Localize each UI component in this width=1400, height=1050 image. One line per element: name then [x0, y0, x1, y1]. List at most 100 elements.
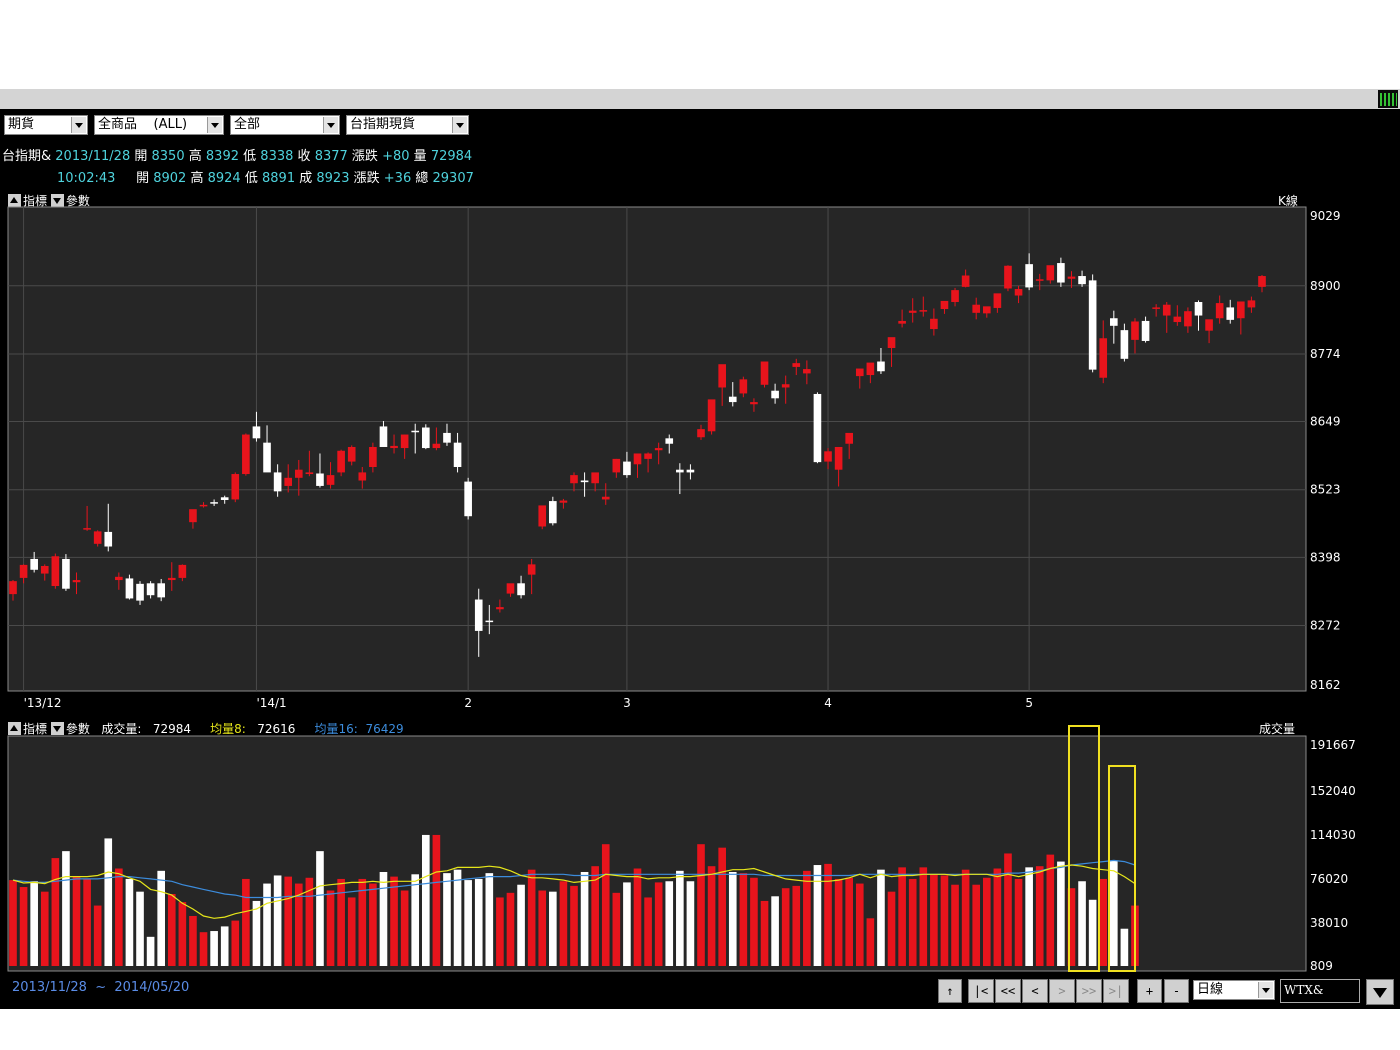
volume-bar: [919, 867, 928, 966]
volume-bar: [601, 844, 610, 966]
candle-body: [273, 472, 282, 492]
candle-body: [210, 502, 218, 504]
candle-body: [601, 496, 610, 500]
forward-button[interactable]: >: [1049, 979, 1075, 1003]
volume-bar: [527, 869, 536, 966]
candle-body: [845, 432, 854, 444]
first-button[interactable]: |<: [968, 979, 994, 1003]
volume-bar: [718, 847, 726, 966]
candle-body: [855, 368, 864, 377]
zoom-in-button[interactable]: +: [1137, 979, 1162, 1003]
candle-body: [506, 583, 515, 594]
volume-bar: [760, 900, 769, 966]
candle-body: [1035, 279, 1044, 281]
last-button[interactable]: >|: [1103, 979, 1129, 1003]
volume-bar: [72, 876, 81, 966]
candle-body: [1258, 276, 1266, 287]
candle-body: [1014, 289, 1023, 296]
volume-bar: [326, 890, 335, 966]
candle-body: [316, 473, 324, 486]
x-tick-label: '13/12: [24, 696, 62, 710]
volume-bar: [993, 868, 1002, 966]
volume-bar: [252, 900, 261, 966]
candle-body: [1025, 264, 1033, 288]
candle-body: [1194, 302, 1203, 316]
candle-body: [1247, 300, 1256, 308]
candle-body: [432, 443, 441, 449]
volume-bar: [199, 932, 208, 966]
candle-body: [665, 438, 674, 444]
volume-bar: [834, 878, 843, 966]
grid-icon[interactable]: [1378, 90, 1398, 108]
candle-body: [866, 362, 875, 376]
volume-bar: [316, 851, 324, 966]
volume-bar: [676, 870, 684, 966]
candle-body: [1120, 330, 1129, 359]
candle-body: [358, 472, 367, 481]
volume-bar: [517, 884, 525, 966]
candle-body: [51, 556, 60, 587]
volume-bar: [347, 897, 356, 966]
candle-body: [781, 384, 790, 388]
candle-body: [72, 580, 81, 583]
volume-bar: [940, 875, 949, 966]
candle-body: [1184, 311, 1192, 327]
candle-body: [803, 369, 811, 374]
candle-body: [686, 469, 695, 473]
volume-bar: [284, 876, 293, 966]
candle-body: [496, 607, 504, 610]
volume-bar: [824, 863, 832, 966]
dropdown-arrow-button[interactable]: [1366, 979, 1394, 1005]
volume-bar: [125, 878, 134, 966]
volume-bar: [400, 890, 409, 966]
candle-body: [707, 399, 716, 432]
volume-bar: [771, 896, 779, 966]
x-tick-label: 2: [464, 696, 472, 710]
candle-body: [9, 581, 17, 595]
volume-bar: [19, 887, 28, 966]
price-tick-label: 8272: [1310, 618, 1341, 632]
price-tick-label: 9029: [1310, 209, 1341, 223]
volume-bar: [157, 870, 165, 966]
candle-body: [993, 293, 1002, 308]
back-button[interactable]: <: [1022, 979, 1048, 1003]
period-select[interactable]: 日線: [1193, 980, 1275, 1000]
volume-bar: [570, 885, 578, 966]
page-back-button[interactable]: <<: [995, 979, 1021, 1003]
up-arrow-button[interactable]: ↑: [938, 979, 962, 1003]
volume-bar: [421, 834, 430, 966]
volume-tick-label: 152040: [1310, 784, 1356, 798]
candle-body: [887, 337, 896, 348]
volume-bar: [813, 865, 822, 966]
candle-body: [1205, 319, 1213, 331]
volume-bar: [146, 936, 155, 966]
candle-body: [1141, 320, 1150, 341]
volume-bar: [104, 838, 113, 966]
volume-bar: [167, 893, 176, 966]
volume-bar: [644, 897, 652, 966]
candle-body: [771, 390, 779, 399]
candle-body: [19, 564, 28, 578]
volume-bar: [1035, 866, 1044, 966]
volume-bar: [1110, 860, 1118, 966]
x-tick-label: 4: [824, 696, 832, 710]
volume-bar: [62, 851, 70, 966]
candle-body: [485, 620, 494, 623]
volume-bar: [1099, 878, 1108, 966]
candle-body: [728, 396, 737, 403]
candle-body: [136, 583, 144, 601]
volume-bar: [273, 875, 282, 966]
volume-bar: [972, 884, 981, 966]
candle-body: [1078, 276, 1086, 285]
volume-bar: [707, 866, 716, 966]
volume-tick-label: 114030: [1310, 828, 1356, 842]
zoom-out-button[interactable]: -: [1164, 979, 1189, 1003]
volume-bar: [506, 892, 515, 966]
page-forward-button[interactable]: >>: [1076, 979, 1102, 1003]
candle-body: [1162, 304, 1171, 316]
volume-bar: [485, 873, 494, 966]
volume-bar: [242, 878, 250, 966]
candle-body: [644, 453, 652, 459]
volume-bar: [877, 869, 885, 966]
symbol-input[interactable]: WTX&: [1280, 979, 1360, 1003]
